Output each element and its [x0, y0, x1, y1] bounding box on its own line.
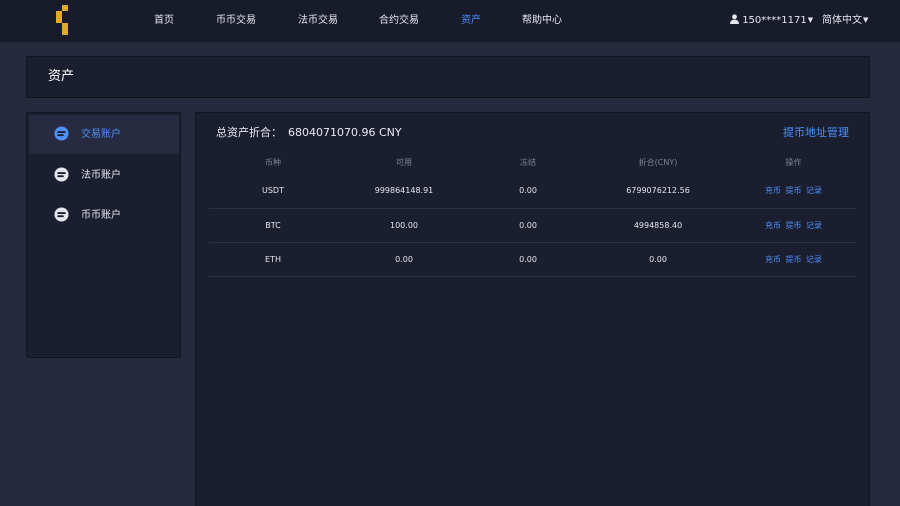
records-link[interactable]: 记录 [806, 255, 822, 264]
cell-actions: 充币 提币 记录 [731, 208, 856, 243]
cell-actions: 充币 提币 记录 [731, 242, 856, 277]
cell-available: 100.00 [337, 208, 471, 243]
nav-home[interactable]: 首页 [154, 0, 174, 42]
header-available: 可用 [396, 157, 412, 167]
nav-fiat-trading[interactable]: 法币交易 [298, 0, 338, 42]
asset-table: 币种 可用 冻结 折合(CNY) 操作 USDT 999864148.91 0.… [209, 150, 856, 277]
logo[interactable] [56, 5, 72, 35]
cell-available: 0.00 [337, 242, 471, 277]
wallet-icon [54, 207, 69, 222]
sidebar-item-label: 法币账户 [81, 170, 121, 181]
page-title: 资产 [48, 69, 75, 84]
nav-spot-trading[interactable]: 币币交易 [216, 0, 256, 42]
header-frozen: 冻结 [520, 157, 536, 167]
cell-frozen: 0.00 [471, 242, 585, 277]
wallet-icon [54, 167, 69, 182]
records-link[interactable]: 记录 [806, 186, 822, 195]
nav-assets[interactable]: 资产 [461, 0, 481, 42]
total-assets-label: 总资产折合： [216, 126, 282, 139]
account-sidebar: 交易账户 法币账户 币币账户 [26, 112, 181, 358]
total-assets: 总资产折合： 6804071070.96 CNY [216, 124, 402, 140]
asset-panel: 总资产折合： 6804071070.96 CNY 提币地址管理 币种 可用 冻结 … [195, 112, 870, 506]
nav-contract-trading[interactable]: 合约交易 [379, 0, 419, 42]
sidebar-item-coin-account[interactable]: 币币账户 [29, 196, 179, 235]
caret-down-icon: ▼ [863, 16, 869, 24]
cell-frozen: 0.00 [471, 174, 585, 209]
withdraw-link[interactable]: 提币 [786, 255, 802, 264]
language-selector[interactable]: 简体中文▼ [822, 0, 868, 42]
cell-cny: 4994858.40 [585, 208, 731, 243]
header-actions: 操作 [785, 157, 802, 167]
withdraw-address-management-link[interactable]: 提币地址管理 [783, 124, 849, 140]
table-row: BTC 100.00 0.00 4994858.40 充币 提币 记录 [209, 208, 856, 243]
table-header-row: 币种 可用 冻结 折合(CNY) 操作 [209, 150, 856, 174]
table-row: USDT 999864148.91 0.00 6799076212.56 充币 … [209, 174, 856, 209]
sidebar-item-trading-account[interactable]: 交易账户 [29, 115, 179, 154]
user-icon [730, 14, 739, 26]
cell-cny: 0.00 [585, 242, 731, 277]
cell-frozen: 0.00 [471, 208, 585, 243]
nav-help-center[interactable]: 帮助中心 [522, 0, 562, 42]
user-phone: 150****1171 [742, 15, 807, 26]
cell-actions: 充币 提币 记录 [731, 174, 856, 209]
sidebar-item-label: 交易账户 [81, 129, 121, 140]
top-navbar: 首页 币币交易 法币交易 合约交易 资产 帮助中心 150****1171▼ 简… [0, 0, 900, 42]
deposit-link[interactable]: 充币 [765, 221, 781, 230]
sidebar-item-label: 币币账户 [81, 210, 121, 221]
cell-available: 999864148.91 [337, 174, 471, 209]
header-cny: 折合(CNY) [638, 157, 678, 167]
deposit-link[interactable]: 充币 [765, 255, 781, 264]
cell-coin: ETH [209, 242, 337, 277]
table-row: ETH 0.00 0.00 0.00 充币 提币 记录 [209, 242, 856, 277]
page-title-bar: 资产 [26, 56, 870, 98]
cell-cny: 6799076212.56 [585, 174, 731, 209]
withdraw-link[interactable]: 提币 [786, 186, 802, 195]
deposit-link[interactable]: 充币 [765, 186, 781, 195]
caret-down-icon: ▼ [807, 16, 814, 24]
withdraw-link[interactable]: 提币 [786, 221, 802, 230]
records-link[interactable]: 记录 [806, 221, 822, 230]
cell-coin: USDT [209, 174, 337, 209]
total-assets-value: 6804071070.96 CNY [288, 126, 402, 139]
wallet-icon [54, 126, 69, 141]
cell-coin: BTC [209, 208, 337, 243]
language-label: 简体中文 [822, 15, 862, 26]
header-coin: 币种 [265, 157, 281, 167]
user-menu[interactable]: 150****1171▼ [730, 0, 813, 42]
sidebar-item-fiat-account[interactable]: 法币账户 [29, 156, 179, 195]
